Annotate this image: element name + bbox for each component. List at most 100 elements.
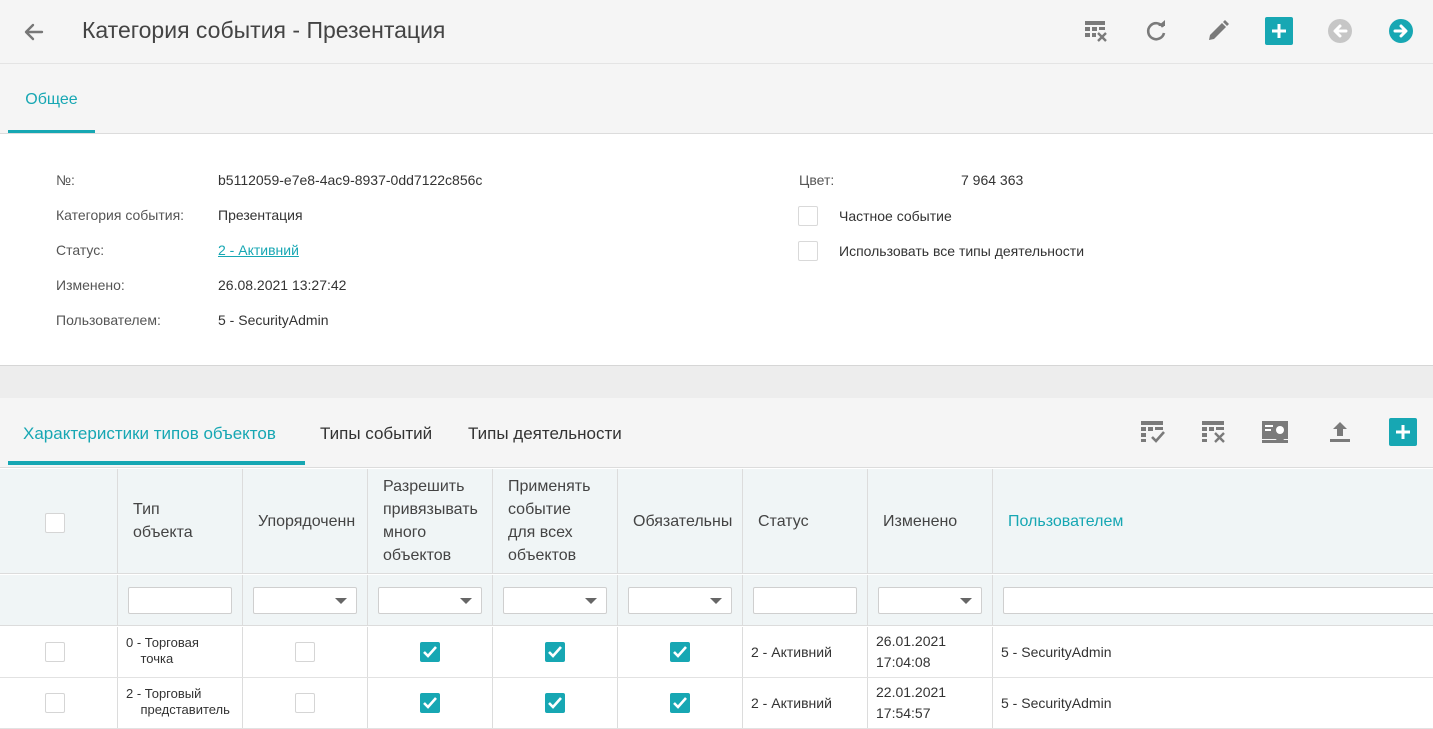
column-header-required[interactable]: Обязательны [618,469,743,573]
object-type-properties-grid: Тип объекта Упорядоченн Разрешить привяз… [0,469,1433,729]
user-card-icon[interactable] [1260,417,1290,447]
status-text: 2 - Активний [751,644,832,660]
filter-required-select[interactable] [628,587,732,614]
ordered-checkbox[interactable] [295,642,315,662]
cell-changed: 26.01.2021 17:04:08 [868,627,993,677]
row-select-checkbox[interactable] [45,642,65,662]
table-check-icon[interactable] [1138,417,1168,447]
user-text: 5 - SecurityAdmin [1001,644,1112,660]
checkmark-icon [548,646,562,658]
column-header-user[interactable]: Пользователем [993,469,1433,573]
user-text: 5 - SecurityAdmin [1001,695,1112,711]
changed-value: 26.08.2021 13:27:42 [218,277,347,293]
status-link[interactable]: 2 - Активний [218,242,299,258]
checkmark-icon [423,646,437,658]
table-row[interactable]: 2 - Торговый представитель 2 - Активний … [0,678,1433,729]
refresh-icon[interactable] [1141,16,1171,46]
filter-cell-apply-all [493,575,618,625]
filter-object-type-input[interactable] [128,587,232,614]
table-clear-icon[interactable] [1081,16,1111,46]
chevron-down-icon [335,598,347,604]
sub-tab-bar: Характеристики типов объектов Типы событ… [0,398,1433,468]
table-row[interactable]: 0 - Торговая точка 2 - Активний 26.01.20… [0,627,1433,678]
tab-activity-types[interactable]: Типы деятельности [468,398,622,465]
required-checkbox[interactable] [670,642,690,662]
cell-object-type: 2 - Торговый представитель [118,678,243,728]
table-clear-icon[interactable] [1199,417,1229,447]
cell-user: 5 - SecurityAdmin [993,627,1433,677]
changed-label: Изменено: [56,277,125,293]
select-all-checkbox[interactable] [45,513,65,533]
category-value: Презентация [218,207,303,223]
grid-header-row: Тип объекта Упорядоченн Разрешить привяз… [0,469,1433,574]
page-title: Категория события - Презентация [82,17,446,43]
cell-allow-multiple [368,627,493,677]
select-all-cell [0,469,118,573]
cell-required [618,627,743,677]
row-select-checkbox[interactable] [45,693,65,713]
filter-user-input[interactable] [1003,587,1433,614]
filter-status-input[interactable] [753,587,857,614]
private-event-label: Частное событие [839,208,952,224]
category-label: Категория события: [56,207,185,223]
chevron-down-icon [960,598,972,604]
checkmark-icon [673,646,687,658]
cell-user: 5 - SecurityAdmin [993,678,1433,728]
add-icon[interactable] [1388,417,1418,447]
all-activity-types-checkbox[interactable] [798,241,818,261]
tab-object-type-properties[interactable]: Характеристики типов объектов [8,398,305,465]
page-header: Категория события - Презентация [0,0,1433,64]
private-event-checkbox[interactable] [798,206,818,226]
column-header-ordered[interactable]: Упорядоченн [243,469,368,573]
column-header-changed[interactable]: Изменено [868,469,993,573]
filter-allow-multiple-select[interactable] [378,587,482,614]
details-panel: №: b5112059-e7e8-4ac9-8937-0dd7122c856c … [0,134,1433,366]
section-divider [0,366,1433,398]
tab-event-types[interactable]: Типы событий [320,398,432,465]
column-header-status[interactable]: Статус [743,469,868,573]
filter-ordered-select[interactable] [253,587,357,614]
status-text: 2 - Активний [751,695,832,711]
object-type-text: 0 - Торговая точка [126,635,199,666]
row-select-cell [0,627,118,677]
filter-apply-all-select[interactable] [503,587,607,614]
filter-cell-changed [868,575,993,625]
column-header-object-type[interactable]: Тип объекта [118,469,243,573]
previous-icon[interactable] [1325,16,1355,46]
user-label: Пользователем: [56,312,161,328]
changed-date: 22.01.2021 [876,684,947,700]
grid-filter-row [0,575,1433,626]
chevron-down-icon [460,598,472,604]
chevron-down-icon [710,598,722,604]
column-header-allow-multiple[interactable]: Разрешить привязывать много объектов [368,469,493,573]
changed-date: 26.01.2021 [876,633,947,649]
filter-cell-allow-multiple [368,575,493,625]
color-label: Цвет: [799,172,835,188]
ordered-checkbox[interactable] [295,693,315,713]
tab-general[interactable]: Общее [8,64,95,133]
filter-cell-user [993,575,1433,625]
all-activity-types-label: Использовать все типы деятельности [839,243,1085,259]
main-tab-bar: Общее [0,64,1433,134]
cell-object-type: 0 - Торговая точка [118,627,243,677]
row-select-cell [0,678,118,728]
status-label: Статус: [56,242,105,258]
apply-all-checkbox[interactable] [545,693,565,713]
allow-multiple-checkbox[interactable] [420,693,440,713]
required-checkbox[interactable] [670,693,690,713]
cell-status: 2 - Активний [743,678,868,728]
back-arrow-icon[interactable] [20,18,48,46]
cell-required [618,678,743,728]
filter-cell-status [743,575,868,625]
edit-icon[interactable] [1203,16,1233,46]
changed-time: 17:54:57 [876,705,931,721]
column-header-apply-all[interactable]: Применять событие для всех объектов [493,469,618,573]
add-icon[interactable] [1264,16,1294,46]
next-icon[interactable] [1386,16,1416,46]
filter-changed-select[interactable] [878,587,982,614]
allow-multiple-checkbox[interactable] [420,642,440,662]
cell-allow-multiple [368,678,493,728]
chevron-down-icon [585,598,597,604]
upload-icon[interactable] [1325,417,1355,447]
apply-all-checkbox[interactable] [545,642,565,662]
